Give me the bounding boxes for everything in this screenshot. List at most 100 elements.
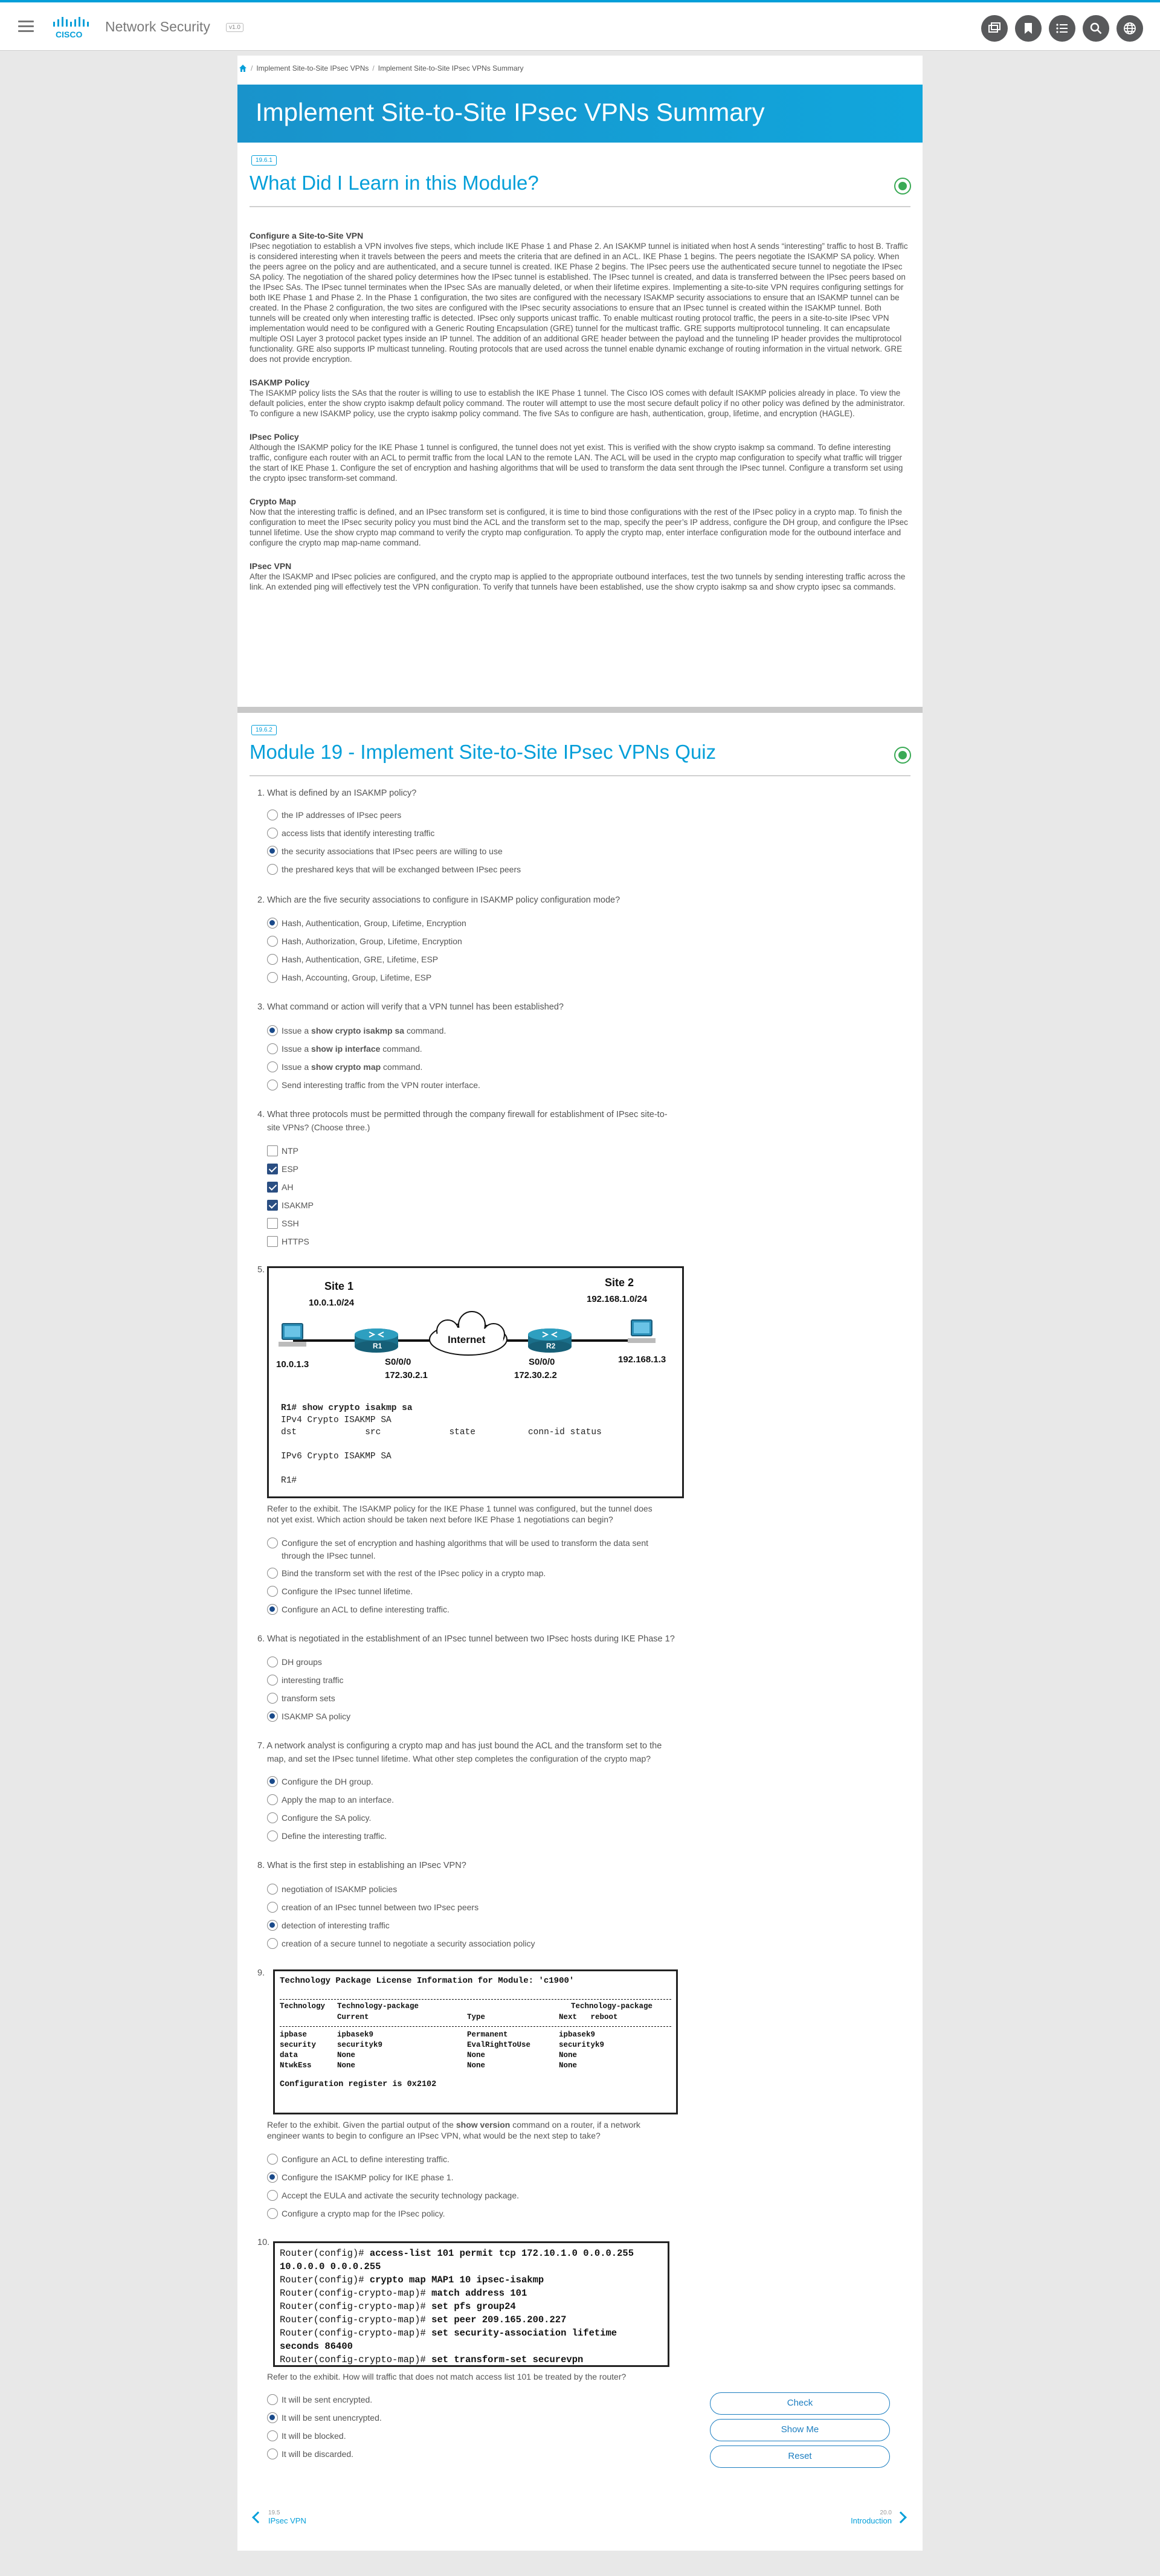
radio-button[interactable] [267, 1080, 278, 1090]
radio-button[interactable] [267, 864, 278, 875]
next-topic-link[interactable]: 20.0 Introduction [843, 2510, 892, 2525]
radio-button[interactable] [267, 828, 278, 839]
answer-option[interactable]: Issue a show crypto isakmp sa command. [267, 1025, 446, 1037]
radio-button[interactable] [267, 954, 278, 965]
radio-button[interactable] [267, 1831, 278, 1841]
checkbox-checked[interactable] [267, 1164, 278, 1174]
answer-option[interactable]: Configure the DH group. [267, 1776, 373, 1788]
answer-option[interactable]: Configure the ISAKMP policy for IKE phas… [267, 2172, 454, 2183]
answer-option[interactable]: It will be discarded. [267, 2449, 353, 2460]
radio-button-selected[interactable] [267, 1920, 278, 1931]
checkbox[interactable] [267, 1236, 278, 1247]
radio-button[interactable] [267, 2154, 278, 2165]
answer-option[interactable]: the IP addresses of IPsec peers [267, 810, 401, 821]
checkbox[interactable] [267, 1145, 278, 1156]
answer-option[interactable]: interesting traffic [267, 1675, 343, 1686]
section-bookmark-icon[interactable] [894, 178, 911, 195]
answer-option[interactable]: access lists that identify interesting t… [267, 828, 434, 839]
answer-option[interactable]: ISAKMP SA policy [267, 1711, 350, 1722]
radio-button[interactable] [267, 2190, 278, 2201]
answer-option[interactable]: AH [267, 1182, 293, 1193]
radio-button[interactable] [267, 1884, 278, 1895]
checkbox-checked[interactable] [267, 1200, 278, 1211]
section-bookmark-icon[interactable] [894, 747, 911, 764]
checkbox-checked[interactable] [267, 1182, 278, 1193]
globe-icon[interactable] [1116, 15, 1143, 42]
quiz-question: 8. What is the first step in establishin… [257, 1861, 466, 1870]
radio-button[interactable] [267, 1657, 278, 1667]
radio-button[interactable] [267, 2430, 278, 2441]
answer-option[interactable]: the security associations that IPsec pee… [267, 846, 503, 857]
menu-list-icon[interactable] [1049, 15, 1075, 42]
show-me-button[interactable]: Show Me [710, 2419, 890, 2441]
radio-button[interactable] [267, 936, 278, 947]
radio-button[interactable] [267, 1812, 278, 1823]
answer-option[interactable]: Hash, Authentication, GRE, Lifetime, ESP [267, 954, 438, 965]
radio-button[interactable] [267, 2394, 278, 2405]
answer-option[interactable]: Hash, Authorization, Group, Lifetime, En… [267, 936, 462, 947]
radio-button[interactable] [267, 810, 278, 820]
hamburger-menu-icon[interactable] [18, 21, 34, 33]
search-icon[interactable] [1083, 15, 1109, 42]
radio-button-selected[interactable] [267, 918, 278, 929]
answer-option[interactable]: Configure an ACL to define interesting t… [267, 1604, 450, 1615]
radio-button-selected[interactable] [267, 1025, 278, 1036]
radio-button[interactable] [267, 2208, 278, 2219]
answer-option[interactable]: DH groups [267, 1657, 322, 1668]
radio-button-selected[interactable] [267, 2412, 278, 2423]
bookmark-icon[interactable] [1015, 15, 1042, 42]
radio-button-selected[interactable] [267, 2172, 278, 2183]
answer-option[interactable]: Accept the EULA and activate the securit… [267, 2190, 519, 2201]
answer-option[interactable]: It will be sent unencrypted. [267, 2412, 382, 2424]
answer-option[interactable]: Send interesting traffic from the VPN ro… [267, 1080, 480, 1091]
radio-button[interactable] [267, 1693, 278, 1704]
home-icon[interactable] [239, 64, 247, 72]
answer-option[interactable]: Apply the map to an interface. [267, 1794, 394, 1806]
answer-option[interactable]: Issue a show ip interface command. [267, 1043, 422, 1055]
radio-button-selected[interactable] [267, 1711, 278, 1722]
answer-option[interactable]: It will be sent encrypted. [267, 2394, 372, 2406]
answer-option[interactable]: NTP [267, 1145, 298, 1157]
answer-option[interactable]: Hash, Accounting, Group, Lifetime, ESP [267, 972, 431, 984]
reset-button[interactable]: Reset [710, 2446, 890, 2468]
answer-option[interactable]: Configure the set of encryption and hash… [267, 1538, 648, 1549]
answer-option[interactable]: Issue a show crypto map command. [267, 1061, 422, 1073]
previous-topic-link[interactable]: 19.5 IPsec VPN [268, 2510, 306, 2525]
radio-button[interactable] [267, 1675, 278, 1686]
answer-option[interactable]: Define the interesting traffic. [267, 1831, 387, 1842]
radio-button[interactable] [267, 1794, 278, 1805]
radio-button[interactable] [267, 1043, 278, 1054]
check-button[interactable]: Check [710, 2392, 890, 2415]
radio-button[interactable] [267, 1586, 278, 1597]
answer-option[interactable]: Hash, Authentication, Group, Lifetime, E… [267, 918, 466, 929]
radio-button[interactable] [267, 1538, 278, 1548]
answer-option[interactable]: Configure a crypto map for the IPsec pol… [267, 2208, 445, 2220]
answer-option[interactable]: ISAKMP [267, 1200, 314, 1211]
radio-button[interactable] [267, 972, 278, 983]
answer-option[interactable]: Configure the IPsec tunnel lifetime. [267, 1586, 413, 1597]
answer-option[interactable]: Configure the SA policy. [267, 1812, 371, 1824]
checkbox[interactable] [267, 1218, 278, 1229]
radio-button-selected[interactable] [267, 1604, 278, 1615]
radio-button[interactable] [267, 1061, 278, 1072]
answer-option[interactable]: detection of interesting traffic [267, 1920, 390, 1931]
answer-option[interactable]: Bind the transform set with the rest of … [267, 1568, 546, 1579]
answer-option[interactable]: It will be blocked. [267, 2430, 346, 2442]
answer-option[interactable]: Configure an ACL to define interesting t… [267, 2154, 450, 2165]
radio-button[interactable] [267, 1902, 278, 1913]
radio-button[interactable] [267, 1938, 278, 1949]
radio-button-selected[interactable] [267, 846, 278, 857]
answer-option[interactable]: ESP [267, 1164, 298, 1175]
answer-option[interactable]: negotiation of ISAKMP policies [267, 1884, 397, 1895]
window-icon[interactable] [981, 15, 1008, 42]
radio-button[interactable] [267, 2449, 278, 2459]
answer-option[interactable]: SSH [267, 1218, 299, 1229]
answer-option[interactable]: HTTPS [267, 1236, 309, 1248]
answer-option[interactable]: creation of an IPsec tunnel between two … [267, 1902, 478, 1913]
answer-option[interactable]: the preshared keys that will be exchange… [267, 864, 521, 875]
answer-option[interactable]: creation of a secure tunnel to negotiate… [267, 1938, 535, 1950]
radio-button[interactable] [267, 1568, 278, 1579]
answer-option[interactable]: transform sets [267, 1693, 335, 1704]
radio-button-selected[interactable] [267, 1776, 278, 1787]
breadcrumb-item[interactable]: Implement Site-to-Site IPsec VPNs [256, 64, 369, 72]
